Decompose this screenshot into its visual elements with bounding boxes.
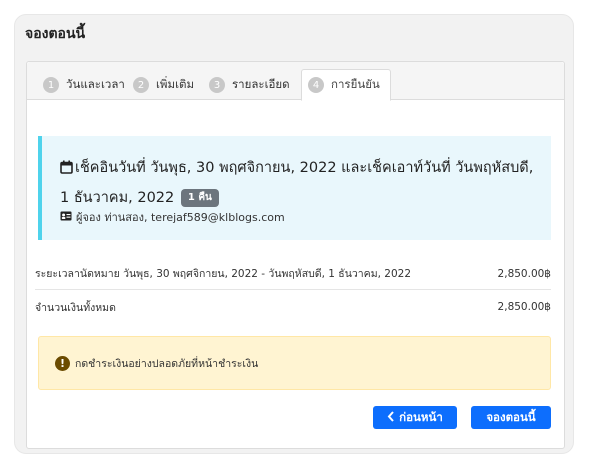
appointment-period-row: ระยะเวลานัดหมาย วันพุธ, 30 พฤศจิกายน, 20…	[35, 258, 551, 290]
checkin-checkout-text: เช็คอินวันที่ วันพุธ, 30 พฤศจิกายน, 2022…	[60, 160, 534, 206]
booker-text: ผู้จอง ท่านสอง, terejaf589@klblogs.com	[76, 211, 285, 224]
row-label: ระยะเวลานัดหมาย วันพุธ, 30 พฤศจิกายน, 20…	[35, 268, 412, 280]
tab-label: การยืนยัน	[331, 77, 380, 91]
step-tabs: 1 วันและเวลา 2 เพิ่มเติม 3 รายละเอียด 4 …	[27, 62, 564, 101]
previous-button-label: ก่อนหน้า	[399, 409, 443, 424]
chevron-left-icon	[387, 410, 395, 425]
card-title: จองตอนนี้	[25, 26, 86, 42]
tab-label: รายละเอียด	[232, 77, 290, 91]
calendar-icon	[60, 156, 73, 184]
tab-label: วันและเวลา	[66, 77, 125, 91]
stay-dates: เช็คอินวันที่ วันพุธ, 30 พฤศจิกายน, 2022…	[60, 154, 540, 212]
step-number: 3	[209, 77, 225, 93]
row-label: จำนวนเงินทั้งหมด	[35, 301, 116, 314]
total-amount-row: จำนวนเงินทั้งหมด 2,850.00฿	[35, 291, 551, 323]
tab-confirmation[interactable]: 4 การยืนยัน	[301, 69, 391, 101]
step-number: 2	[133, 77, 149, 93]
book-now-button[interactable]: จองตอนนี้	[471, 406, 551, 429]
notice-text: กดชำระเงินอย่างปลอดภัยที่หน้าชำระเงิน	[75, 357, 259, 370]
nights-badge: 1 คืน	[180, 189, 219, 207]
booking-summary-alert: เช็คอินวันที่ วันพุธ, 30 พฤศจิกายน, 2022…	[38, 136, 551, 240]
previous-button[interactable]: ก่อนหน้า	[373, 406, 457, 429]
payment-notice: ! กดชำระเงินอย่างปลอดภัยที่หน้าชำระเงิน	[38, 336, 551, 390]
exclamation-circle-icon: !	[55, 355, 70, 371]
tab-label: เพิ่มเติม	[156, 77, 195, 91]
row-amount: 2,850.00฿	[497, 301, 551, 313]
step-number: 1	[43, 77, 59, 93]
tab-details[interactable]: 3 รายละเอียด	[203, 69, 296, 101]
booking-card: จองตอนนี้ 1 วันและเวลา 2 เพิ่มเติม 3 ราย…	[14, 14, 574, 454]
booker-info: ผู้จอง ท่านสอง, terejaf589@klblogs.com	[60, 208, 285, 226]
step-number: 4	[308, 77, 324, 93]
tab-extras[interactable]: 2 เพิ่มเติม	[127, 69, 200, 101]
booking-panel: 1 วันและเวลา 2 เพิ่มเติม 3 รายละเอียด 4 …	[26, 61, 565, 449]
id-card-icon	[60, 211, 72, 224]
tab-date-time[interactable]: 1 วันและเวลา	[37, 69, 131, 101]
row-amount: 2,850.00฿	[497, 267, 551, 280]
